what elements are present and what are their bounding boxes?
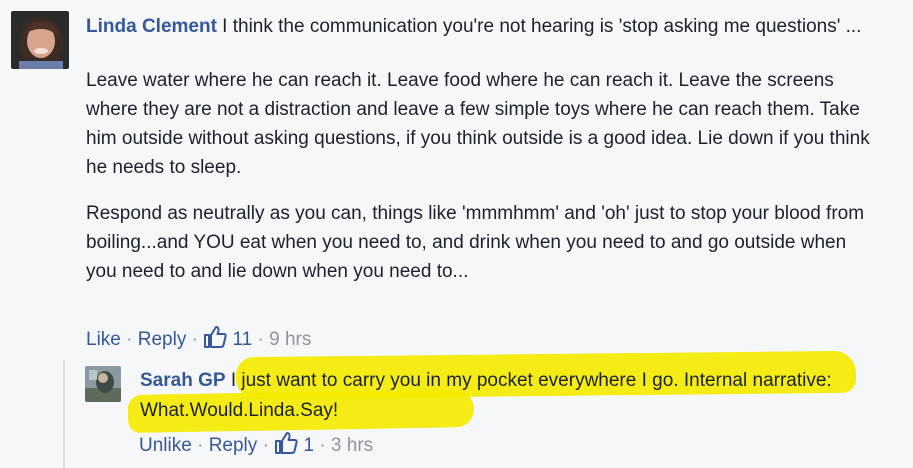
reply-sarah: Sarah GP I just want to carry you in my … — [140, 366, 870, 426]
thumbs-up-icon[interactable] — [203, 326, 227, 356]
reply-link[interactable]: Reply — [209, 435, 258, 456]
reply-link[interactable]: Reply — [138, 329, 187, 350]
comment-linda: Linda Clement I think the communication … — [86, 12, 886, 286]
like-count[interactable]: 11 — [233, 329, 253, 350]
thumbs-up-icon[interactable] — [274, 432, 298, 462]
reply-thread-line — [63, 360, 65, 468]
separator: · — [262, 435, 269, 456]
author-link[interactable]: Sarah GP — [140, 370, 226, 391]
separator: · — [191, 329, 198, 350]
comment-intro: Linda Clement I think the communication … — [86, 12, 886, 41]
reply-text: I just want to carry you in my pocket ev… — [140, 370, 832, 421]
reply-actions: Unlike · Reply · 1 · 3 hrs — [139, 432, 373, 462]
comment-paragraph: Leave water where he can reach it. Leave… — [86, 70, 870, 178]
author-link[interactable]: Linda Clement — [86, 16, 217, 37]
timestamp[interactable]: 9 hrs — [269, 329, 311, 350]
like-count[interactable]: 1 — [303, 435, 314, 456]
separator: · — [197, 435, 204, 456]
comment-paragraph: Respond as neutrally as you can, things … — [86, 203, 865, 282]
like-link[interactable]: Like — [86, 329, 121, 350]
separator: · — [257, 329, 264, 350]
avatar-linda-clement[interactable] — [11, 11, 69, 69]
unlike-link[interactable]: Unlike — [139, 435, 192, 456]
comment-intro-text: I think the communication you're not hea… — [216, 16, 862, 37]
separator: · — [126, 329, 133, 350]
timestamp[interactable]: 3 hrs — [331, 435, 373, 456]
separator: · — [319, 435, 326, 456]
comment-actions: Like · Reply · 11 · 9 hrs — [86, 326, 311, 356]
avatar-sarah-gp[interactable] — [85, 366, 121, 402]
